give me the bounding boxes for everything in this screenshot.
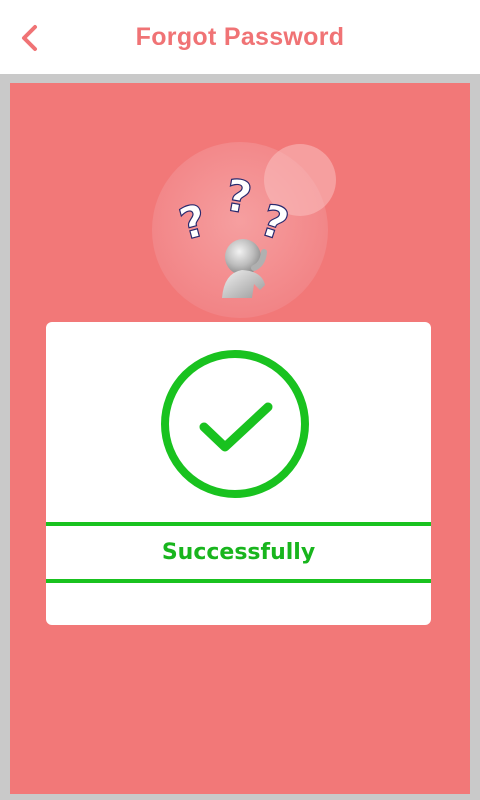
confused-person-question-marks-icon: ? ? ? — [150, 140, 350, 320]
divider-bottom — [46, 579, 431, 583]
success-check-icon — [159, 348, 311, 500]
success-card: Successfully — [46, 322, 431, 625]
page-title: Forgot Password — [135, 23, 345, 51]
status-message: Successfully — [161, 540, 316, 565]
app-header: Forgot Password — [0, 0, 480, 75]
